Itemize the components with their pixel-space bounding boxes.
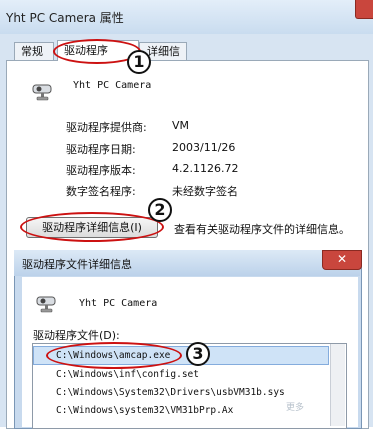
date-value: 2003/11/26 bbox=[172, 141, 236, 154]
provider-label: 驱动程序提供商: bbox=[66, 121, 147, 134]
watermark: 更多 bbox=[286, 403, 305, 413]
highlight-ellipse bbox=[46, 342, 182, 369]
date-label: 驱动程序日期: bbox=[66, 143, 136, 156]
callout-2: 2 bbox=[148, 198, 172, 222]
file-row[interactable]: C:\Windows\System32\Drivers\usbVM31b.sys bbox=[32, 384, 328, 402]
highlight-ellipse bbox=[20, 212, 164, 242]
version-value: 4.2.1126.72 bbox=[172, 162, 239, 175]
file-row[interactable]: C:\Windows\system32\VM31bPrp.Ax bbox=[32, 402, 328, 420]
window-title: Yht PC Camera 属性 bbox=[6, 11, 124, 25]
file-row[interactable]: C:\Windows\inf\config.set bbox=[32, 366, 328, 384]
camera-icon bbox=[32, 84, 52, 101]
callout-1: 1 bbox=[127, 50, 151, 74]
callout-3: 3 bbox=[186, 342, 210, 366]
list-scrollbar[interactable] bbox=[330, 344, 345, 426]
close-button[interactable] bbox=[355, 0, 373, 19]
version-label: 驱动程序版本: bbox=[66, 164, 136, 177]
files-label: 驱动程序文件(D): bbox=[33, 329, 120, 342]
dialog-title: 驱动程序文件详细信息 bbox=[22, 258, 132, 271]
signer-value: 未经数字签名 bbox=[172, 185, 238, 198]
provider-value: VM bbox=[172, 119, 190, 132]
title-bar[interactable]: Yht PC Camera 属性 bbox=[0, 0, 373, 34]
signer-label: 数字签名程序: bbox=[66, 185, 136, 198]
tab-general[interactable]: 常规 bbox=[14, 42, 54, 60]
dialog-close-button[interactable]: ✕ bbox=[322, 250, 362, 270]
camera-icon bbox=[36, 296, 56, 313]
dialog-title-bar[interactable]: 驱动程序文件详细信息 bbox=[14, 250, 360, 276]
device-name: Yht PC Camera bbox=[73, 80, 152, 91]
details-description: 查看有关驱动程序文件的详细信息。 bbox=[174, 223, 350, 236]
dialog-device-name: Yht PC Camera bbox=[79, 298, 158, 309]
